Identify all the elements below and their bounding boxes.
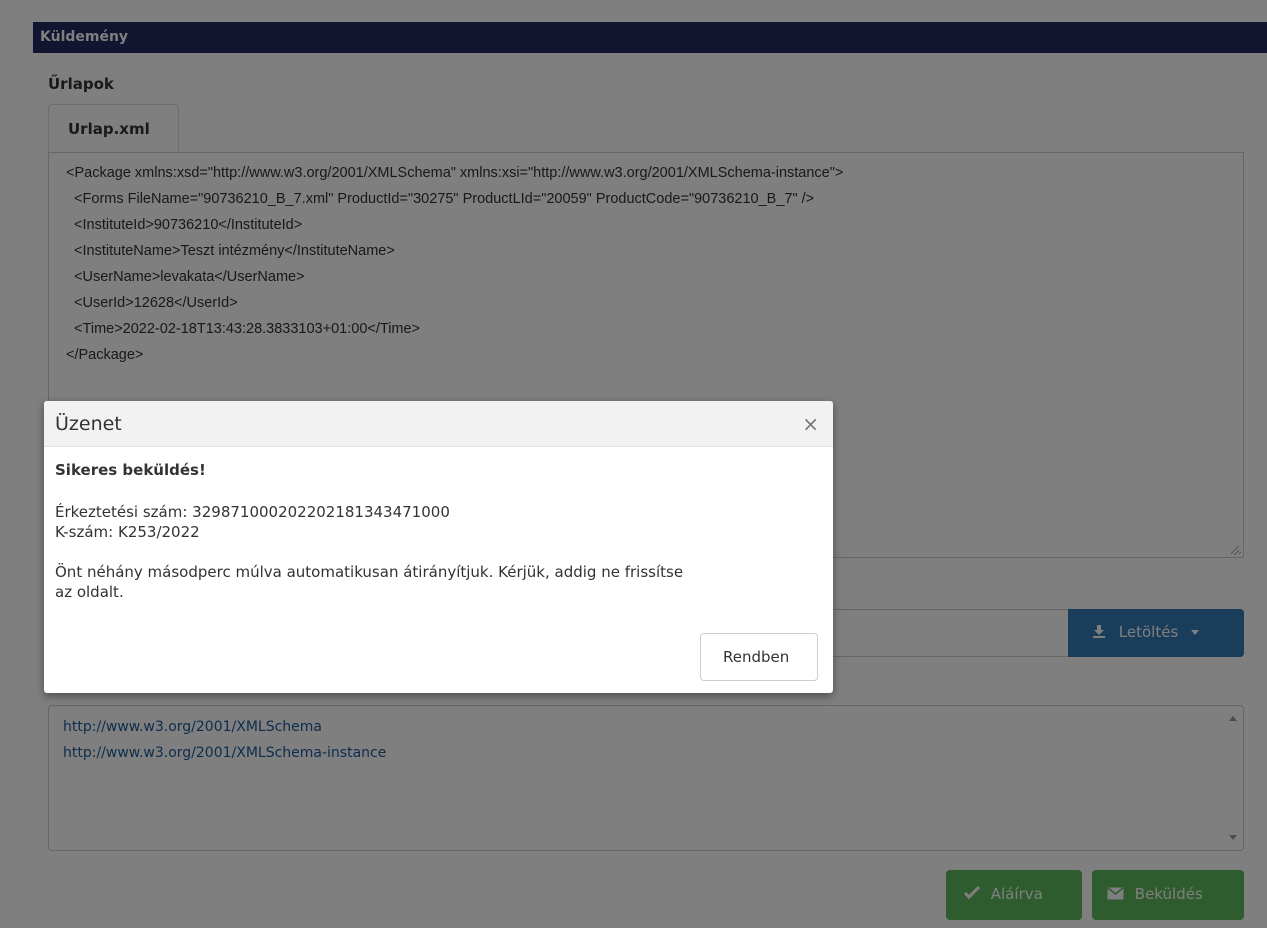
arrival-number: Érkeztetési szám: 3298710002022021813434… — [55, 503, 450, 521]
dialog-header: Üzenet × — [44, 401, 833, 447]
message-dialog: Üzenet × Sikeres beküldés! Érkeztetési s… — [44, 401, 833, 693]
k-number: K-szám: K253/2022 — [55, 523, 200, 541]
close-icon[interactable]: × — [802, 412, 819, 436]
dialog-headline: Sikeres beküldés! — [55, 461, 206, 479]
redirect-message: Önt néhány másodperc múlva automatikusan… — [55, 563, 684, 581]
dialog-body: Sikeres beküldés! Érkeztetési szám: 3298… — [55, 460, 815, 602]
ok-button[interactable]: Rendben — [700, 633, 818, 681]
redirect-message-cont: az oldalt. — [55, 583, 124, 601]
dialog-title: Üzenet — [55, 413, 122, 435]
